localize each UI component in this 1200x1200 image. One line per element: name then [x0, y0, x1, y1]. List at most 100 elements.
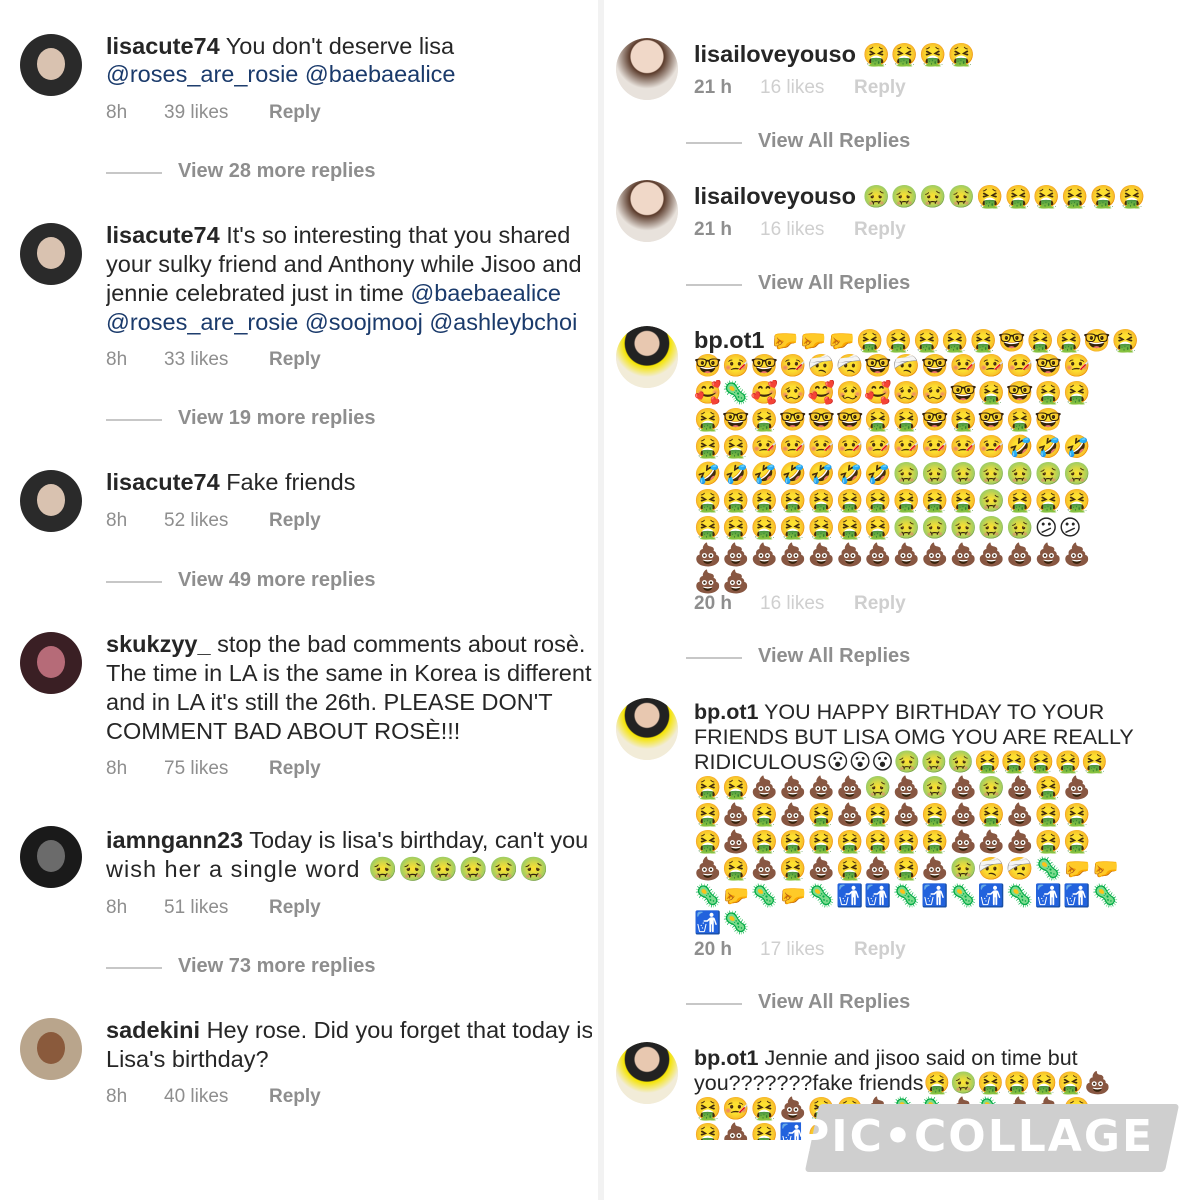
left-comments-panel: lisacute74 You don't deserve lisa @roses… — [0, 0, 598, 1200]
reply-button[interactable]: Reply — [854, 77, 906, 99]
likes-count[interactable]: 16 likes — [760, 77, 824, 99]
timestamp: 8h — [106, 897, 128, 918]
view-all-replies[interactable]: View All Replies — [685, 130, 910, 153]
comment-text: The time in LA is the same in Korea is d… — [106, 660, 592, 686]
comment-text: 🤮🤮🤮🤮🤮🤮🤮🤮🤮🤮🤢🤮🤮🤮 — [694, 489, 1092, 514]
comment-text: YOU HAPPY BIRTHDAY TO YOUR — [764, 700, 1105, 724]
timestamp: 20 h — [694, 939, 733, 960]
timestamp: 21 h — [694, 77, 733, 98]
reply-button[interactable]: Reply — [854, 593, 906, 615]
comment-text: stop the bad comments about rosè. — [217, 631, 586, 657]
reply-button[interactable]: Reply — [269, 1086, 321, 1108]
right-comments-panel: lisailoveyouso 🤮🤮🤮🤮 21 h 16 likes Reply … — [604, 0, 1200, 1200]
comment-text: 🤮🤮💩💩💩💩🤢💩🤢💩🤢💩🤮💩 — [694, 776, 1092, 801]
reply-button[interactable]: Reply — [854, 219, 906, 241]
comment-text: and in LA it's still the 26th. PLEASE DO… — [106, 689, 553, 715]
likes-count[interactable]: 51 likes — [164, 897, 228, 919]
comment-text: Jennie and jisoo said on time but — [764, 1046, 1078, 1070]
username[interactable]: lisacute74 — [106, 222, 220, 248]
view-all-replies[interactable]: View All Replies — [685, 991, 910, 1014]
reply-button[interactable]: Reply — [269, 758, 321, 780]
likes-count[interactable]: 16 likes — [760, 219, 824, 241]
view-more-replies[interactable]: View 49 more replies — [106, 569, 376, 592]
comment-text: 🤮💩🤮💩🤮💩🤮💩🤮💩🤮💩🤮🤮 — [694, 803, 1092, 828]
comment-text: 🤢🤢🤢🤢🤮🤮🤮🤮🤮🤮 — [862, 185, 1147, 210]
view-more-replies[interactable]: View 73 more replies — [106, 955, 376, 978]
comment-text: Today is lisa's birthday, can't you — [249, 827, 589, 853]
username[interactable]: lisailoveyouso — [694, 183, 856, 209]
mention[interactable]: @baebaealice — [410, 280, 561, 306]
avatar[interactable] — [20, 826, 82, 888]
comment-text: 🤛🤛🤛🤮🤮🤮🤮🤮🤓🤮🤮🤓🤮 — [771, 329, 1141, 354]
comment-text: 🤣🤣🤣🤣🤣🤣🤣🤢🤢🤢🤢🤢🤢🤢 — [694, 462, 1092, 487]
timestamp: 8h — [106, 349, 128, 370]
comment-text: wish her a single word 🤢🤢🤢🤢🤢🤢 — [106, 856, 550, 882]
comment-text: 🤮🤮🤮🤮🤮🤮🤮🤢🤢🤢🤢🤢😕😕 — [694, 516, 1083, 541]
username[interactable]: bp.ot1 — [694, 327, 765, 353]
comment-text: 🥰🦠🥰🥴🥰🥴🥰🥴🥴🤓🤮🤓🤮🤮 — [694, 381, 1092, 406]
comment-text: your sulky friend and Anthony while Jiso… — [106, 251, 582, 277]
watermark-logo: PIC•COLLAGE — [796, 1111, 1154, 1162]
likes-count[interactable]: 17 likes — [760, 939, 824, 961]
likes-count[interactable]: 40 likes — [164, 1086, 228, 1108]
comment-text: It's so interesting that you shared — [226, 222, 571, 248]
comment-text: Fake friends — [226, 469, 356, 495]
username[interactable]: lisacute74 — [106, 469, 220, 495]
username[interactable]: bp.ot1 — [694, 1046, 759, 1070]
comment-text: you???????fake friends🤮🤢🤮🤮🤮🤮💩 — [694, 1071, 1111, 1095]
view-all-replies[interactable]: View All Replies — [685, 645, 910, 668]
mentions[interactable]: @roses_are_rosie @baebaealice — [106, 60, 592, 89]
likes-count[interactable]: 52 likes — [164, 510, 228, 532]
username[interactable]: lisacute74 — [106, 33, 220, 59]
comment-text: 🤮🤮🤮🤮 — [862, 43, 977, 68]
avatar[interactable] — [616, 698, 678, 760]
comment-text: RIDICULOUS😮😮😮🤢🤢🤢🤮🤮🤮🤮🤮 — [694, 750, 1109, 774]
comment-text: 💩💩💩💩💩💩💩💩💩💩💩💩💩💩 — [694, 543, 1092, 568]
timestamp: 20 h — [694, 593, 733, 614]
comment-text: Lisa's birthday? — [106, 1046, 269, 1072]
likes-count[interactable]: 33 likes — [164, 349, 228, 371]
comment-text: 🚮🦠 — [694, 911, 751, 936]
avatar[interactable] — [616, 1042, 678, 1104]
reply-button[interactable]: Reply — [269, 349, 321, 371]
likes-count[interactable]: 39 likes — [164, 102, 228, 124]
avatar[interactable] — [616, 326, 678, 388]
view-all-replies[interactable]: View All Replies — [685, 272, 910, 295]
comment-text: 🤓🤒🤓🤒🤕🤕🤓🤕🤓🤒🤒🤒🤓🤒 — [694, 354, 1092, 379]
view-more-replies[interactable]: View 28 more replies — [106, 160, 376, 183]
comment-text: 🤮💩🤮🤮🤮🤮🤮🤮🤮💩💩💩🤮🤮 — [694, 830, 1092, 855]
reply-button[interactable]: Reply — [269, 102, 321, 124]
reply-button[interactable]: Reply — [269, 510, 321, 532]
username[interactable]: sadekini — [106, 1017, 200, 1043]
reply-button[interactable]: Reply — [269, 897, 321, 919]
avatar[interactable] — [20, 632, 82, 694]
avatar[interactable] — [20, 1018, 82, 1080]
timestamp: 21 h — [694, 219, 733, 240]
mentions[interactable]: @roses_are_rosie @soojmooj @ashleybchoi — [106, 308, 592, 337]
comment-text: jennie celebrated just in time — [106, 280, 411, 306]
avatar[interactable] — [616, 180, 678, 242]
timestamp: 8h — [106, 102, 128, 123]
username[interactable]: bp.ot1 — [694, 700, 759, 724]
username[interactable]: skukzyy_ — [106, 631, 211, 657]
avatar[interactable] — [616, 38, 678, 100]
comment-text: You don't deserve lisa — [225, 33, 455, 59]
comment-text: Hey rose. Did you forget that today is — [206, 1017, 592, 1043]
avatar[interactable] — [20, 223, 82, 285]
comment-text: 🤮🤓🤮🤓🤓🤓🤮🤮🤓🤮🤓🤮🤓 — [694, 408, 1064, 433]
reply-button[interactable]: Reply — [854, 939, 906, 961]
view-more-replies[interactable]: View 19 more replies — [106, 407, 376, 430]
comment-text: COMMENT BAD ABOUT ROSÈ!!! — [106, 718, 461, 744]
avatar[interactable] — [20, 34, 82, 96]
username[interactable]: iamngann23 — [106, 827, 243, 853]
timestamp: 8h — [106, 510, 128, 531]
comment-text: 🤮🤮🤒🤒🤒🤒🤒🤒🤒🤒🤒🤣🤣🤣 — [694, 435, 1092, 460]
comment-text: 💩🤮💩🤮💩🤮💩🤮💩🤢🤕🤕🦠🤛🤛 — [694, 857, 1120, 882]
likes-count[interactable]: 16 likes — [760, 593, 824, 615]
avatar[interactable] — [20, 470, 82, 532]
comment-text: 🦠🤛🦠🤛🦠🚮🚮🦠🚮🦠🚮🦠🚮🚮🦠 — [694, 884, 1120, 909]
likes-count[interactable]: 75 likes — [164, 758, 228, 780]
timestamp: 8h — [106, 758, 128, 779]
username[interactable]: lisailoveyouso — [694, 41, 856, 67]
timestamp: 8h — [106, 1086, 128, 1107]
